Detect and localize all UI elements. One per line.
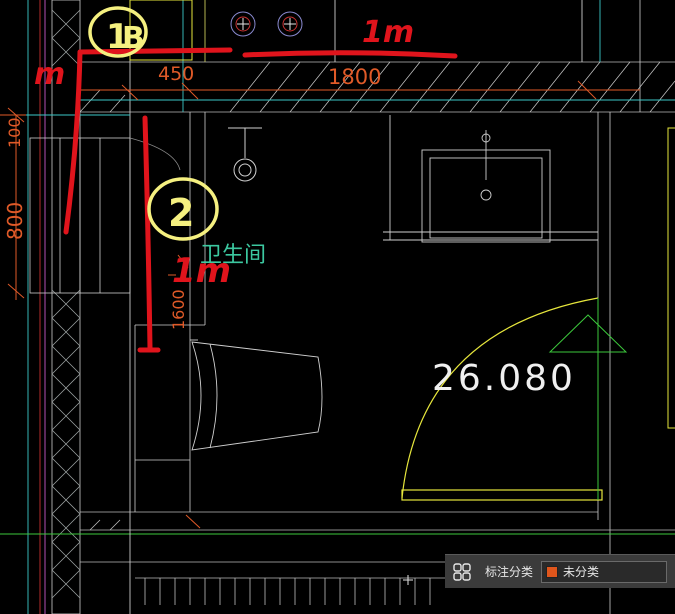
annotation-1m-top: 1m bbox=[362, 15, 414, 50]
category-value: 未分类 bbox=[563, 565, 600, 579]
annotation-1m-room: 1m bbox=[172, 251, 231, 291]
annotation-2-number: 2 bbox=[168, 191, 194, 235]
annotation-m-left: m bbox=[34, 57, 65, 92]
dim-100: 100 bbox=[5, 117, 24, 148]
category-label: 标注分类 bbox=[485, 565, 534, 579]
dim-1600: 1600 bbox=[169, 289, 188, 330]
annotation-1-suffix: B bbox=[122, 21, 145, 56]
category-swatch bbox=[546, 565, 559, 578]
elevation-label: 26.080 bbox=[432, 358, 576, 399]
annotation-category-bar: 标注分类 未分类 bbox=[445, 554, 675, 588]
cad-canvas[interactable]: 450 1800 100 800 1600 卫生间 26.080 1m m 1m… bbox=[0, 0, 675, 614]
category-grid-icon[interactable] bbox=[445, 555, 479, 589]
dim-1800: 1800 bbox=[328, 65, 381, 89]
dim-800: 800 bbox=[3, 202, 27, 240]
category-select[interactable]: 未分类 bbox=[541, 560, 668, 583]
dim-450: 450 bbox=[158, 63, 194, 85]
